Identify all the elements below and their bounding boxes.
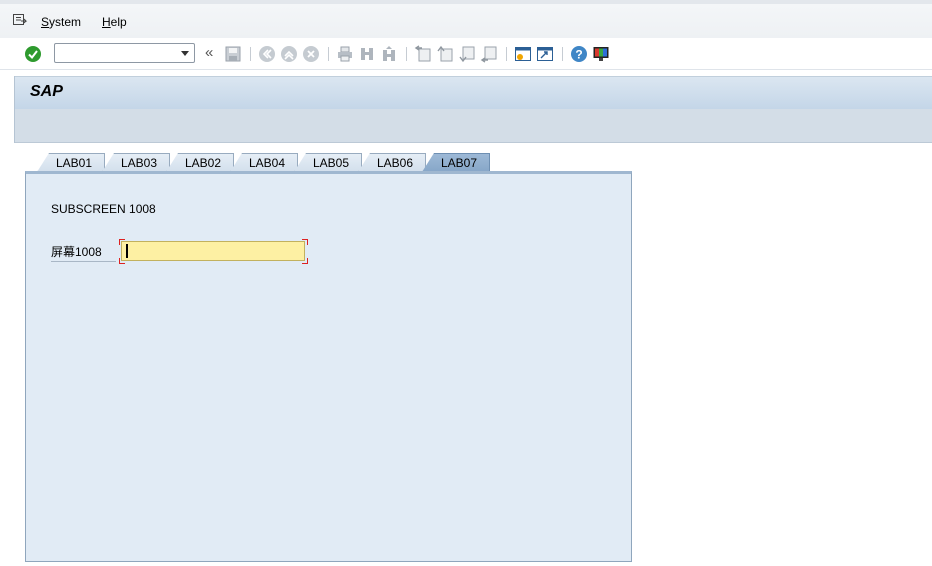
title-area-edge — [14, 76, 15, 143]
tab-lab05[interactable]: LAB05 — [294, 153, 362, 172]
screen-field-input[interactable] — [121, 241, 305, 261]
tab-label: LAB02 — [184, 156, 222, 170]
tab-label: LAB04 — [248, 156, 286, 170]
tab-lab03[interactable]: LAB03 — [102, 153, 170, 172]
page-title: SAP — [30, 83, 63, 100]
chevron-down-icon[interactable] — [181, 51, 189, 56]
tab-label: LAB03 — [120, 156, 158, 170]
focus-corner — [302, 239, 308, 245]
previous-page-icon[interactable] — [436, 45, 454, 63]
tab-lab01[interactable]: LAB01 — [37, 153, 105, 172]
next-page-icon[interactable] — [458, 45, 476, 63]
subscreen-label: SUBSCREEN 1008 — [51, 202, 156, 216]
first-page-icon[interactable] — [414, 45, 432, 63]
focus-corner — [302, 258, 308, 264]
tab-label: LAB07 — [440, 156, 478, 170]
collapse-command-field-icon[interactable]: « — [205, 44, 213, 61]
save-icon[interactable] — [224, 45, 242, 63]
focus-corner — [119, 239, 125, 245]
menu-help-label: elp — [110, 15, 127, 29]
last-page-icon[interactable] — [480, 45, 498, 63]
tab-lab04[interactable]: LAB04 — [230, 153, 298, 172]
menu-system-mnemonic: S — [41, 15, 50, 29]
standard-toolbar: « ? — [0, 38, 932, 70]
menu-help[interactable]: Help — [102, 15, 127, 29]
title-bar: SAP — [14, 76, 932, 109]
customize-layout-icon[interactable] — [592, 45, 610, 63]
menu-system-label: ystem — [49, 15, 82, 29]
application-toolbar — [14, 109, 932, 143]
text-cursor — [126, 244, 128, 258]
shortcut-icon[interactable] — [536, 45, 554, 63]
print-icon[interactable] — [336, 45, 354, 63]
help-icon[interactable]: ? — [570, 45, 588, 63]
tab-label: LAB06 — [376, 156, 414, 170]
tab-lab02[interactable]: LAB02 — [166, 153, 234, 172]
cancel-icon[interactable] — [302, 45, 320, 63]
find-next-icon[interactable] — [380, 45, 398, 63]
tab-panel: SUBSCREEN 1008 屏幕1008 — [25, 171, 632, 562]
menu-system[interactable]: System — [41, 15, 81, 29]
menu-expand-icon[interactable] — [12, 12, 28, 28]
enter-icon[interactable] — [24, 45, 42, 63]
toolbar-separator — [406, 47, 407, 61]
toolbar-separator — [562, 47, 563, 61]
toolbar-separator — [506, 47, 507, 61]
menu-bar: System Help — [0, 0, 932, 38]
back-icon[interactable] — [258, 45, 276, 63]
tab-label: LAB01 — [55, 156, 93, 170]
find-icon[interactable] — [358, 45, 376, 63]
tab-lab06[interactable]: LAB06 — [358, 153, 426, 172]
menu-help-mnemonic: H — [102, 15, 111, 29]
screen-field-label: 屏幕1008 — [51, 243, 116, 262]
focus-corner — [119, 258, 125, 264]
tab-lab07[interactable]: LAB07 — [422, 153, 490, 172]
tab-label: LAB05 — [312, 156, 350, 170]
new-session-icon[interactable] — [514, 45, 532, 63]
exit-icon[interactable] — [280, 45, 298, 63]
command-field[interactable] — [54, 43, 195, 63]
svg-text:?: ? — [575, 48, 582, 62]
toolbar-separator — [250, 47, 251, 61]
toolbar-separator — [328, 47, 329, 61]
